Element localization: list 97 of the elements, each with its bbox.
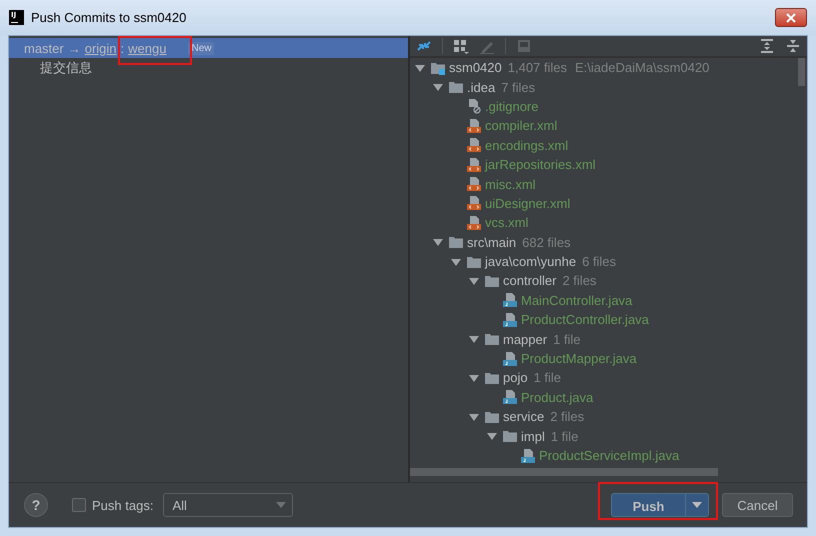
- push-split-button[interactable]: Push: [611, 493, 709, 517]
- help-button[interactable]: ?: [24, 493, 48, 517]
- caret-icon: [692, 502, 702, 508]
- commit-item[interactable]: 提交信息: [9, 58, 408, 78]
- file-count: 2 files: [562, 273, 596, 288]
- folder-name: impl: [521, 428, 545, 444]
- file-row[interactable]: Product.java: [410, 388, 797, 408]
- folder-row[interactable]: ssm0420 1,407 files E:\iadeDaiMa\ssm0420: [410, 58, 797, 78]
- file-name: Product.java: [521, 390, 594, 405]
- file-count: 1,407 files: [508, 60, 568, 76]
- file-row[interactable]: ProductServiceImpl.java: [410, 446, 797, 466]
- file-name: encodings.xml: [485, 138, 568, 153]
- push-tags-checkbox[interactable]: [72, 498, 86, 512]
- file-count: 2 files: [550, 409, 584, 424]
- expand-all-icon[interactable]: [759, 38, 775, 54]
- folder-name: ssm0420: [449, 60, 502, 76]
- folder-name: pojo: [503, 370, 528, 386]
- java-file-icon: [502, 389, 518, 406]
- xml-file-icon: [466, 214, 482, 231]
- java-file-icon: [502, 350, 518, 367]
- folder-row[interactable]: controller 2 files: [410, 271, 797, 291]
- xml-file-icon: [466, 137, 482, 154]
- file-name: ProductServiceImpl.java: [539, 448, 680, 463]
- file-name: uiDesigner.xml: [485, 196, 570, 211]
- dropdown-caret-icon: [276, 502, 286, 508]
- expanded-arrow-icon[interactable]: [432, 81, 444, 94]
- folder-row[interactable]: java\com\yunhe 6 files: [410, 252, 797, 272]
- folder-icon: [448, 79, 464, 96]
- java-file-icon: [502, 292, 518, 308]
- folder-name: mapper: [503, 332, 548, 347]
- expanded-arrow-icon[interactable]: [486, 430, 498, 442]
- folder-name: .idea: [467, 80, 496, 95]
- scrollbar-thumb[interactable]: [798, 58, 805, 86]
- file-name: ProductController.java: [521, 312, 649, 328]
- file-count: 1 file: [534, 370, 562, 386]
- xml-file-icon: [466, 156, 482, 173]
- file-name: .gitignore: [485, 98, 538, 114]
- tags-dropdown[interactable]: All: [163, 493, 294, 517]
- local-branch: master: [24, 40, 64, 56]
- close-button[interactable]: [775, 8, 807, 27]
- window-title: Push Commits to ssm0420: [31, 10, 188, 25]
- folder-icon: [502, 428, 518, 444]
- collapse-all-icon[interactable]: [785, 38, 801, 54]
- file-row[interactable]: uiDesigner.xml: [410, 194, 797, 214]
- file-row[interactable]: encodings.xml: [410, 136, 797, 155]
- file-count: 6 files: [582, 254, 616, 270]
- folder-name: src\main: [467, 234, 516, 250]
- push-tags-label: Push tags:: [92, 498, 154, 512]
- file-row[interactable]: .gitignore: [410, 96, 797, 116]
- folder-row[interactable]: .idea 7 files: [410, 77, 797, 97]
- folder-path: E:\iadeDaiMa\ssm0420: [575, 60, 710, 76]
- xml-file-icon: [466, 176, 482, 192]
- file-row[interactable]: ProductController.java: [410, 310, 797, 330]
- remote-link[interactable]: origin: [84, 40, 117, 56]
- expanded-arrow-icon[interactable]: [432, 236, 444, 248]
- arrow-glyph: →: [68, 40, 81, 56]
- folder-row[interactable]: impl 1 file: [410, 426, 797, 446]
- folder-icon: [448, 234, 464, 250]
- cancel-button[interactable]: Cancel: [722, 493, 793, 517]
- file-name: MainController.java: [521, 292, 632, 308]
- target-branch-link[interactable]: wengu: [128, 40, 166, 56]
- file-name: ProductMapper.java: [521, 351, 637, 366]
- folder-row[interactable]: service 2 files: [410, 407, 797, 426]
- new-tag: New: [188, 42, 214, 54]
- ignored-file-icon: [466, 98, 482, 114]
- folder-row[interactable]: mapper 1 file: [410, 329, 797, 349]
- folder-row[interactable]: pojo 1 file: [410, 368, 797, 388]
- java-file-icon: [502, 312, 518, 328]
- folder-row[interactable]: src\main 682 files: [410, 232, 797, 252]
- file-name: misc.xml: [485, 176, 536, 192]
- file-count: 1 file: [553, 332, 581, 347]
- file-row[interactable]: vcs.xml: [410, 213, 797, 233]
- file-count: 7 files: [501, 80, 536, 95]
- branch-row[interactable]: master → origin : wengu New: [9, 38, 408, 58]
- folder-name: controller: [503, 273, 556, 288]
- file-row[interactable]: ProductMapper.java: [410, 348, 797, 368]
- expanded-arrow-icon[interactable]: [468, 333, 480, 346]
- file-count: 1 file: [550, 428, 578, 444]
- group-by-icon[interactable]: [453, 38, 469, 54]
- xml-file-icon: [466, 118, 482, 134]
- file-row[interactable]: compiler.xml: [410, 116, 797, 136]
- separator: :: [120, 40, 124, 56]
- file-row[interactable]: misc.xml: [410, 174, 797, 194]
- folder-icon: [484, 331, 500, 348]
- java-file-icon: [520, 448, 536, 464]
- xml-file-icon: [466, 195, 482, 212]
- close-icon: [786, 12, 796, 22]
- file-name: jarRepositories.xml: [485, 157, 596, 172]
- file-count: 682 files: [522, 234, 571, 250]
- file-name: vcs.xml: [485, 215, 528, 230]
- file-row[interactable]: jarRepositories.xml: [410, 154, 797, 174]
- folder-name: service: [503, 409, 544, 424]
- scrollbar-thumb[interactable]: [410, 468, 718, 476]
- file-name: compiler.xml: [485, 118, 558, 134]
- push-button[interactable]: Push: [612, 494, 685, 518]
- folder-name: java\com\yunhe: [485, 254, 576, 270]
- file-row[interactable]: MainController.java: [410, 290, 797, 310]
